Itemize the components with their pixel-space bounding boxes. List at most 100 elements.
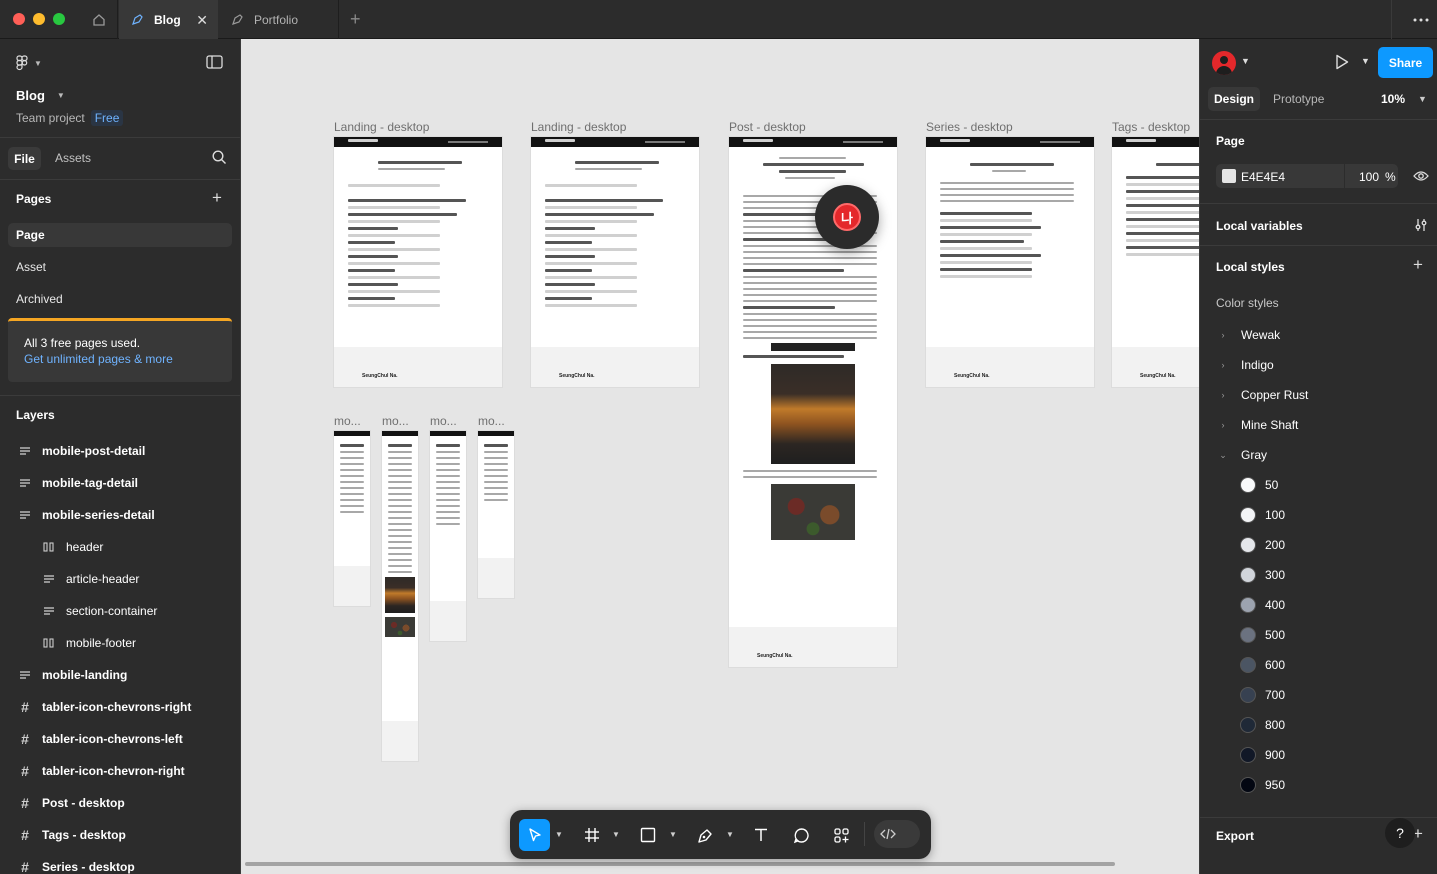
color-style-gray-600[interactable]: 600: [1240, 655, 1285, 675]
move-tool[interactable]: [519, 819, 550, 851]
color-style-gray-800[interactable]: 800: [1240, 715, 1285, 735]
color-style-gray-200[interactable]: 200: [1240, 535, 1285, 555]
plan-badge[interactable]: Free: [90, 110, 124, 126]
frame-label[interactable]: Series - desktop: [926, 120, 1013, 134]
zoom-level[interactable]: 10%: [1381, 92, 1405, 106]
frame-mobile-post-detail[interactable]: [382, 431, 418, 761]
actions-tool[interactable]: [827, 819, 855, 851]
style-group-wewak[interactable]: › Wewak: [1216, 325, 1281, 345]
add-style-button[interactable]: +: [1413, 255, 1423, 275]
collaborator-avatar[interactable]: 나: [815, 185, 879, 249]
toggle-sidebar-button[interactable]: [206, 55, 223, 72]
color-style-gray-500[interactable]: 500: [1240, 625, 1285, 645]
frame-label[interactable]: Landing - desktop: [531, 120, 626, 134]
color-swatch[interactable]: [1222, 169, 1236, 183]
chevron-down-icon[interactable]: ▼: [612, 830, 620, 839]
page-item-asset[interactable]: Asset: [8, 255, 232, 279]
close-icon[interactable]: ✕: [196, 12, 208, 29]
frame-mobile-series-detail[interactable]: [430, 431, 466, 641]
frame-label[interactable]: Post - desktop: [729, 120, 806, 134]
layer-item[interactable]: # Series - desktop: [18, 853, 135, 874]
upgrade-link[interactable]: Get unlimited pages & more: [24, 352, 173, 366]
layer-item[interactable]: header: [42, 533, 103, 561]
tab-assets[interactable]: Assets: [55, 151, 91, 165]
tab-blog[interactable]: Blog ✕: [119, 0, 218, 39]
layer-item[interactable]: # Tags - desktop: [18, 821, 126, 849]
comment-tool[interactable]: [787, 819, 815, 851]
chevron-down-icon[interactable]: ▼: [1241, 56, 1250, 66]
color-style-gray-950[interactable]: 950: [1240, 775, 1285, 795]
color-style-gray-100[interactable]: 100: [1240, 505, 1285, 525]
style-group-copper-rust[interactable]: › Copper Rust: [1216, 385, 1309, 405]
tab-file[interactable]: File: [8, 147, 41, 170]
chevron-down-icon[interactable]: ▼: [555, 830, 563, 839]
close-window-button[interactable]: [13, 13, 25, 25]
page-item-page[interactable]: Page: [8, 223, 232, 247]
page-opacity-value[interactable]: 100: [1359, 170, 1379, 184]
frame-mobile-tag-detail[interactable]: [478, 431, 514, 598]
pen-tool[interactable]: [691, 819, 719, 851]
horizontal-scrollbar[interactable]: [245, 862, 1115, 866]
share-button[interactable]: Share: [1378, 47, 1433, 78]
frame-label[interactable]: Tags - desktop: [1112, 120, 1190, 134]
layer-item[interactable]: section-container: [42, 597, 157, 625]
layer-item[interactable]: mobile-series-detail: [18, 501, 155, 529]
chevron-down-icon[interactable]: ▼: [726, 830, 734, 839]
color-style-gray-300[interactable]: 300: [1240, 565, 1285, 585]
design-canvas[interactable]: Landing - desktop Landing - desktop Post…: [241, 39, 1199, 874]
style-group-indigo[interactable]: › Indigo: [1216, 355, 1274, 375]
style-group-gray[interactable]: ⌄ Gray: [1216, 445, 1267, 465]
color-style-gray-900[interactable]: 900: [1240, 745, 1285, 765]
layer-item[interactable]: # tabler-icon-chevron-right: [18, 757, 185, 785]
layer-item[interactable]: # tabler-icon-chevrons-right: [18, 693, 191, 721]
dev-mode-toggle[interactable]: [874, 820, 920, 848]
frame-landing-desktop[interactable]: SeungChul Na.: [531, 137, 699, 387]
style-group-mine-shaft[interactable]: › Mine Shaft: [1216, 415, 1299, 435]
layer-item[interactable]: mobile-post-detail: [18, 437, 145, 465]
home-button[interactable]: [80, 0, 118, 39]
text-tool[interactable]: [747, 819, 775, 851]
frame-label[interactable]: mo...: [430, 414, 457, 428]
layer-item[interactable]: mobile-landing: [18, 661, 127, 689]
frame-tool[interactable]: [578, 819, 606, 851]
chevron-down-icon[interactable]: ▼: [1361, 56, 1370, 66]
frame-tags-desktop[interactable]: SeungChul Na.: [1112, 137, 1199, 387]
shape-tool[interactable]: [634, 819, 662, 851]
maximize-window-button[interactable]: [53, 13, 65, 25]
page-item-archived[interactable]: Archived: [8, 287, 232, 311]
frame-landing-desktop[interactable]: SeungChul Na.: [334, 137, 502, 387]
chevron-down-icon[interactable]: ▼: [669, 830, 677, 839]
layer-item[interactable]: # tabler-icon-chevrons-left: [18, 725, 183, 753]
frame-label[interactable]: mo...: [478, 414, 505, 428]
page-color-value[interactable]: E4E4E4: [1241, 170, 1285, 184]
chevron-down-icon[interactable]: ▼: [1418, 94, 1427, 104]
project-name[interactable]: Blog ▼: [16, 88, 65, 103]
tab-prototype[interactable]: Prototype: [1273, 92, 1324, 106]
tab-portfolio[interactable]: Portfolio: [219, 0, 339, 39]
more-options-button[interactable]: [1391, 0, 1437, 39]
layer-item[interactable]: article-header: [42, 565, 139, 593]
tab-design[interactable]: Design: [1208, 87, 1260, 111]
layer-item[interactable]: mobile-tag-detail: [18, 469, 138, 497]
visibility-button[interactable]: [1413, 170, 1429, 185]
color-style-gray-700[interactable]: 700: [1240, 685, 1285, 705]
add-page-button[interactable]: +: [212, 188, 222, 208]
present-button[interactable]: [1335, 54, 1349, 73]
variables-settings-button[interactable]: [1414, 218, 1428, 235]
frame-mobile-landing[interactable]: [334, 431, 370, 606]
search-button[interactable]: [212, 150, 227, 168]
color-style-gray-50[interactable]: 50: [1240, 475, 1278, 495]
help-button[interactable]: ?: [1385, 818, 1415, 848]
layer-item[interactable]: # Post - desktop: [18, 789, 125, 817]
frame-series-desktop[interactable]: SeungChul Na.: [926, 137, 1094, 387]
minimize-window-button[interactable]: [33, 13, 45, 25]
new-tab-button[interactable]: +: [350, 9, 361, 30]
main-menu-button[interactable]: ▼: [16, 55, 42, 71]
frame-label[interactable]: Landing - desktop: [334, 120, 429, 134]
frame-label[interactable]: mo...: [334, 414, 361, 428]
page-background-field[interactable]: E4E4E4 100 %: [1216, 164, 1398, 188]
user-avatar[interactable]: [1212, 51, 1236, 75]
frame-label[interactable]: mo...: [382, 414, 409, 428]
color-style-gray-400[interactable]: 400: [1240, 595, 1285, 615]
layer-item[interactable]: mobile-footer: [42, 629, 136, 657]
